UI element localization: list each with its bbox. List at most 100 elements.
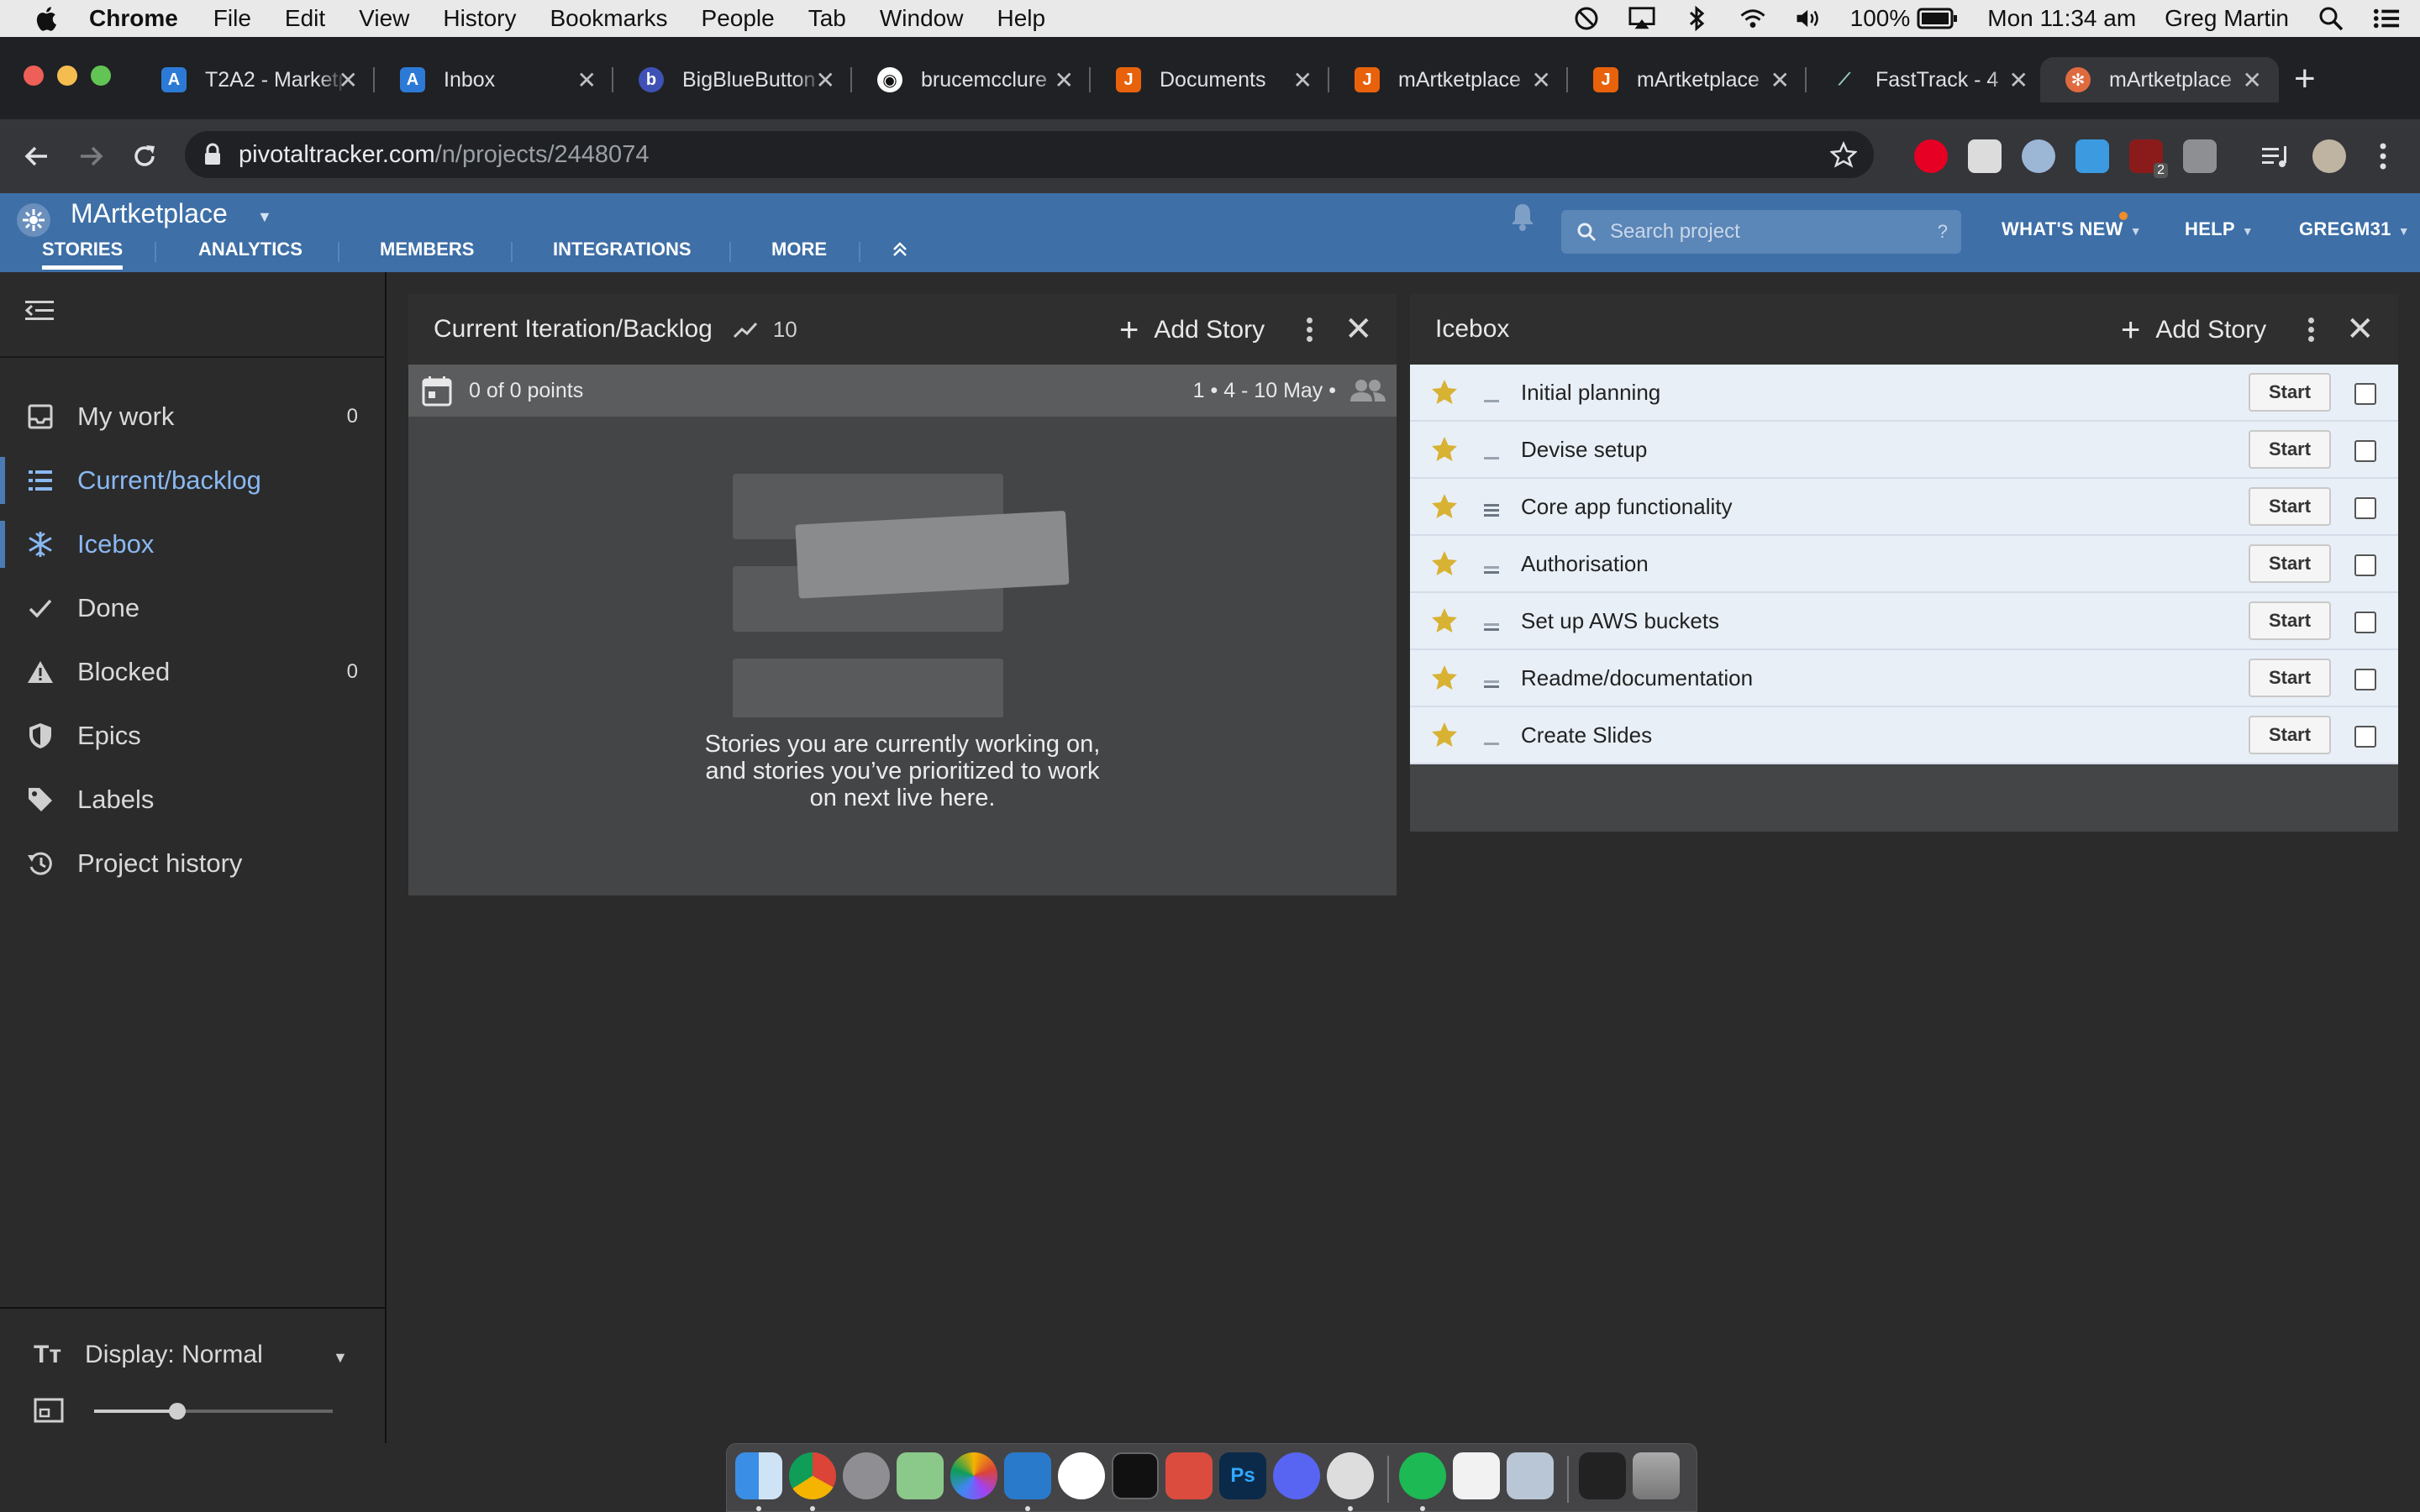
- story-row[interactable]: Devise setup Start: [1410, 422, 2398, 479]
- sidebar-item-project-history[interactable]: Project history: [0, 837, 385, 890]
- pivotal-logo-icon[interactable]: [17, 203, 50, 237]
- airplay-icon[interactable]: [1628, 5, 1655, 32]
- window-close-button[interactable]: [24, 66, 44, 86]
- menu-help[interactable]: Help: [997, 5, 1045, 32]
- add-story-button[interactable]: + Add Story: [2121, 313, 2266, 347]
- estimate-0-icon[interactable]: [1482, 442, 1501, 460]
- story-select-checkbox[interactable]: [2354, 497, 2376, 519]
- estimate-0-icon[interactable]: [1482, 385, 1501, 403]
- tab-close-icon[interactable]: ✕: [1532, 66, 1551, 94]
- zoom-slider[interactable]: [94, 1403, 333, 1420]
- browser-tab[interactable]: b BigBlueButton ✕: [613, 57, 852, 102]
- story-row[interactable]: Set up AWS buckets Start: [1410, 593, 2398, 650]
- slack-icon[interactable]: [1058, 1452, 1105, 1499]
- finder-icon[interactable]: [735, 1452, 782, 1499]
- collapse-sidebar-icon[interactable]: [24, 297, 57, 324]
- tab-close-icon[interactable]: ✕: [816, 66, 835, 94]
- collapse-header-icon[interactable]: [891, 240, 909, 259]
- start-button[interactable]: Start: [2249, 601, 2331, 640]
- extension-icon[interactable]: [2022, 139, 2055, 173]
- chrome-icon[interactable]: [789, 1452, 836, 1499]
- lock-icon[interactable]: [203, 143, 222, 166]
- browser-tab-active[interactable]: ✻ mArtketplace ✕: [2040, 57, 2279, 102]
- story-row[interactable]: Readme/documentation Start: [1410, 650, 2398, 707]
- browser-tab[interactable]: A Inbox ✕: [375, 57, 613, 102]
- document-icon[interactable]: [1453, 1452, 1500, 1499]
- velocity-indicator[interactable]: 10: [733, 317, 797, 343]
- sidebar-item-blocked[interactable]: Blocked 0: [0, 645, 385, 699]
- battery-icon[interactable]: [1917, 8, 1959, 29]
- story-row[interactable]: Initial planning Start: [1410, 365, 2398, 422]
- start-button[interactable]: Start: [2249, 430, 2331, 469]
- user-menu[interactable]: GREGM31 ▼: [2299, 218, 2410, 240]
- do-not-disturb-icon[interactable]: [1573, 5, 1600, 32]
- story-row[interactable]: Core app functionality Start: [1410, 479, 2398, 536]
- calendar-icon[interactable]: [422, 375, 452, 407]
- story-row[interactable]: Create Slides Start: [1410, 707, 2398, 764]
- window-minimize-button[interactable]: [57, 66, 77, 86]
- ublock-extension-icon[interactable]: 2: [2129, 139, 2168, 178]
- panel-more-options-icon[interactable]: [1301, 316, 1318, 344]
- discord-icon[interactable]: [1273, 1452, 1320, 1499]
- story-select-checkbox[interactable]: [2354, 612, 2376, 633]
- todoist-icon[interactable]: [1165, 1452, 1213, 1499]
- panel-close-icon[interactable]: ✕: [2346, 312, 2375, 346]
- spotify-icon[interactable]: [1399, 1452, 1446, 1499]
- story-select-checkbox[interactable]: [2354, 669, 2376, 690]
- browser-tab[interactable]: ◉ brucemcclure ✕: [852, 57, 1091, 102]
- sidebar-item-current-backlog[interactable]: Current/backlog: [0, 454, 385, 507]
- tab-members[interactable]: MEMBERS: [380, 239, 474, 260]
- story-select-checkbox[interactable]: [2354, 383, 2376, 405]
- photoshop-icon[interactable]: Ps: [1219, 1452, 1266, 1499]
- start-button[interactable]: Start: [2249, 716, 2331, 754]
- add-story-button[interactable]: + Add Story: [1119, 313, 1265, 347]
- apple-icon[interactable]: [32, 3, 62, 34]
- tab-close-icon[interactable]: ✕: [1293, 66, 1313, 94]
- start-button[interactable]: Start: [2249, 487, 2331, 526]
- tab-close-icon[interactable]: ✕: [1770, 66, 1790, 94]
- notifications-bell-icon[interactable]: [1509, 202, 1536, 232]
- story-select-checkbox[interactable]: [2354, 726, 2376, 748]
- search-help-icon[interactable]: ?: [1938, 221, 1948, 243]
- window-zoom-button[interactable]: [91, 66, 111, 86]
- tab-close-icon[interactable]: ✕: [339, 66, 358, 94]
- system-preferences-icon[interactable]: [843, 1452, 890, 1499]
- forward-button[interactable]: [71, 136, 111, 176]
- preview-icon[interactable]: [1507, 1452, 1554, 1499]
- sidebar-item-epics[interactable]: Epics: [0, 709, 385, 763]
- sidebar-item-my-work[interactable]: My work 0: [0, 390, 385, 444]
- start-button[interactable]: Start: [2249, 544, 2331, 583]
- menubar-clock[interactable]: Mon 11:34 am: [1987, 5, 2136, 32]
- browser-tab[interactable]: J mArtketplace ✕: [1568, 57, 1807, 102]
- notification-center-icon[interactable]: [2373, 5, 2400, 32]
- project-search-box[interactable]: ?: [1561, 210, 1961, 254]
- sidebar-item-done[interactable]: Done: [0, 581, 385, 635]
- tab-more[interactable]: MORE: [771, 239, 827, 260]
- browser-tab[interactable]: ⟋ FastTrack - 4 ✕: [1807, 57, 2045, 102]
- whats-new-menu[interactable]: WHAT'S NEW ▼: [2002, 218, 2142, 240]
- tab-close-icon[interactable]: ✕: [577, 66, 597, 94]
- spotlight-search-icon[interactable]: [2317, 5, 2344, 32]
- tab-close-icon[interactable]: ✕: [1055, 66, 1074, 94]
- bluetooth-icon[interactable]: [1684, 5, 1711, 32]
- chevron-down-icon[interactable]: ▼: [333, 1349, 348, 1367]
- trash-icon[interactable]: [1633, 1452, 1680, 1499]
- tab-close-icon[interactable]: ✕: [2009, 66, 2028, 94]
- project-name[interactable]: MArtketplace: [71, 198, 228, 229]
- story-select-checkbox[interactable]: [2354, 440, 2376, 462]
- menu-history[interactable]: History: [443, 5, 516, 32]
- profile-avatar[interactable]: [2312, 139, 2346, 173]
- display-size-dropdown[interactable]: Tт Display: Normal: [34, 1341, 263, 1369]
- maps-icon[interactable]: [897, 1452, 944, 1499]
- menu-window[interactable]: Window: [880, 5, 964, 32]
- zoom-slider-handle[interactable]: [169, 1403, 187, 1420]
- panel-close-icon[interactable]: ✕: [1344, 312, 1373, 346]
- team-members-icon[interactable]: [1349, 378, 1386, 403]
- new-tab-button[interactable]: +: [2294, 60, 2316, 97]
- terminal-icon[interactable]: [1112, 1452, 1159, 1499]
- start-button[interactable]: Start: [2249, 373, 2331, 412]
- browser-tab[interactable]: J mArtketplace ✕: [1329, 57, 1568, 102]
- extension-icon[interactable]: [1968, 139, 2002, 173]
- estimate-0-icon[interactable]: [1482, 727, 1501, 746]
- pinterest-extension-icon[interactable]: [1914, 139, 1948, 173]
